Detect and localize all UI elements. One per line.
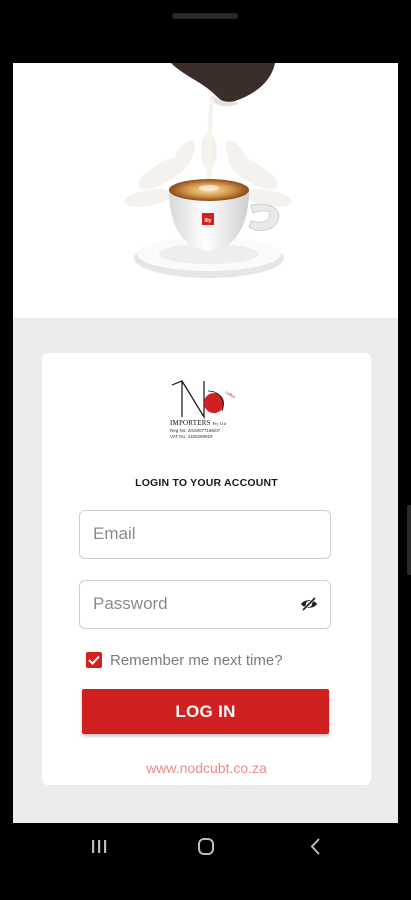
logo-suffix-text: Pty Ltd — [212, 421, 226, 426]
coffee-cup-illustration: illy — [124, 63, 292, 278]
check-icon — [88, 655, 100, 665]
email-input[interactable] — [80, 511, 293, 557]
home-icon[interactable] — [186, 835, 226, 859]
phone-side-button — [407, 505, 411, 575]
svg-text:illy: illy — [205, 218, 212, 224]
login-heading: LOGIN TO YOUR ACCOUNT — [135, 477, 278, 489]
logo-title: IMPORTERS Pty Ltd — [170, 419, 226, 427]
website-link[interactable]: www.nodcubt.co.za — [42, 760, 371, 776]
recents-icon[interactable] — [79, 835, 119, 859]
company-logo: coffee IMPORTERS Pty Ltd Reg No: 2019/07… — [170, 377, 250, 439]
email-field[interactable] — [79, 510, 331, 559]
app-screen: illy coffee IMPORTERS Pty Ltd Reg No: 20… — [13, 63, 398, 823]
svg-text:coffee: coffee — [225, 390, 238, 400]
remember-me[interactable]: Remember me next time? — [86, 650, 283, 670]
password-field[interactable] — [79, 580, 331, 629]
back-icon[interactable] — [295, 835, 335, 859]
logo-title-text: IMPORTERS — [170, 419, 211, 427]
logo-mark-icon: coffee — [171, 380, 238, 419]
phone-speaker — [172, 13, 238, 19]
logo-reg-number: Reg No: 2019/077186/07 — [170, 428, 221, 433]
login-card: coffee IMPORTERS Pty Ltd Reg No: 2019/07… — [42, 353, 371, 785]
remember-label[interactable]: Remember me next time? — [110, 652, 283, 669]
login-button[interactable]: LOG IN — [82, 689, 329, 734]
android-nav-bar — [0, 823, 411, 900]
eye-off-icon[interactable] — [300, 596, 318, 612]
password-input[interactable] — [80, 581, 293, 627]
hero-image: illy — [13, 63, 398, 318]
logo-vat-number: VAT No: 4150289919 — [170, 434, 213, 439]
remember-checkbox[interactable] — [86, 652, 102, 668]
